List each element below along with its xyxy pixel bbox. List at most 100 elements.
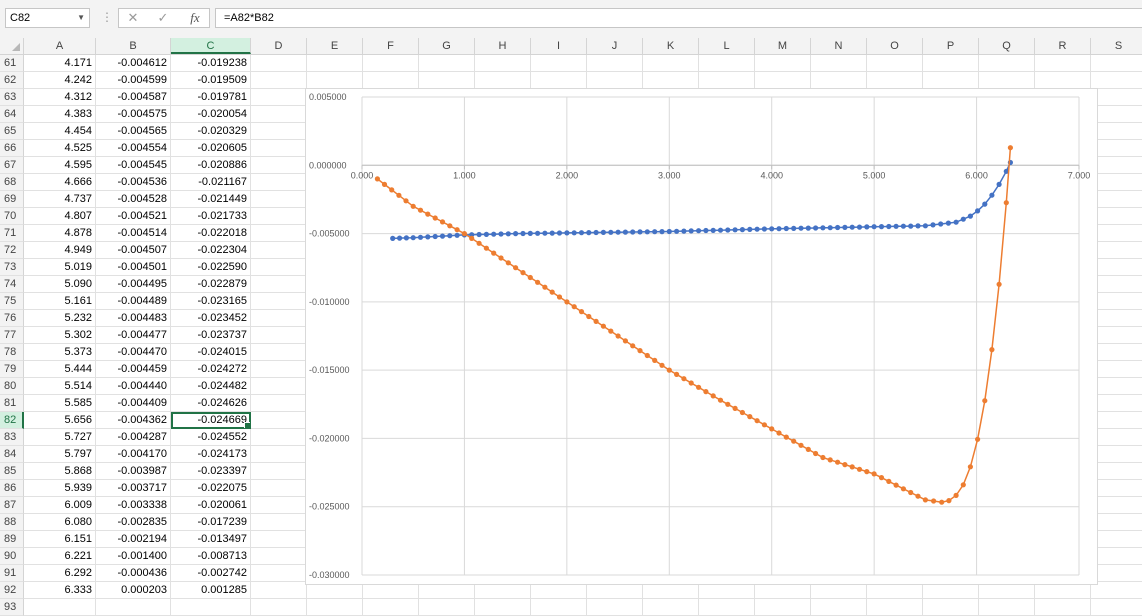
cell-o[interactable]: [867, 72, 923, 89]
cell-r[interactable]: [1035, 599, 1091, 616]
cell-n[interactable]: [811, 72, 867, 89]
cell-b[interactable]: -0.004489: [96, 293, 171, 310]
cell-n[interactable]: [811, 55, 867, 72]
cell-a[interactable]: 4.878: [24, 225, 96, 242]
cell-d[interactable]: [251, 582, 307, 599]
row-header[interactable]: 90: [0, 548, 24, 565]
cell-b[interactable]: -0.004362: [96, 412, 171, 429]
cell-d[interactable]: [251, 89, 307, 106]
cell-a[interactable]: 6.080: [24, 514, 96, 531]
cell-c[interactable]: -0.024173: [171, 446, 251, 463]
cell-c[interactable]: -0.023452: [171, 310, 251, 327]
cell-b[interactable]: -0.004440: [96, 378, 171, 395]
column-header-j[interactable]: J: [587, 38, 643, 54]
cell-b[interactable]: -0.003338: [96, 497, 171, 514]
cell-p[interactable]: [923, 72, 979, 89]
cell-g[interactable]: [419, 55, 475, 72]
cell-c[interactable]: -0.020061: [171, 497, 251, 514]
row-header[interactable]: 86: [0, 480, 24, 497]
cell-a[interactable]: 5.161: [24, 293, 96, 310]
cell-a[interactable]: 5.373: [24, 344, 96, 361]
row-header[interactable]: 80: [0, 378, 24, 395]
cell-a[interactable]: 5.302: [24, 327, 96, 344]
column-header-n[interactable]: N: [811, 38, 867, 54]
cell-c[interactable]: 0.001285: [171, 582, 251, 599]
cell-f[interactable]: [363, 55, 419, 72]
cell-c[interactable]: -0.020054: [171, 106, 251, 123]
row-header[interactable]: 85: [0, 463, 24, 480]
cell-o[interactable]: [867, 599, 923, 616]
cell-b[interactable]: -0.004501: [96, 259, 171, 276]
cell-e[interactable]: [307, 72, 363, 89]
cell-a[interactable]: 6.333: [24, 582, 96, 599]
cell-m[interactable]: [755, 55, 811, 72]
cell-d[interactable]: [251, 310, 307, 327]
cell-g[interactable]: [419, 599, 475, 616]
cell-a[interactable]: 5.939: [24, 480, 96, 497]
cell-b[interactable]: -0.004599: [96, 72, 171, 89]
cell-d[interactable]: [251, 463, 307, 480]
cell-d[interactable]: [251, 327, 307, 344]
row-header[interactable]: 75: [0, 293, 24, 310]
cell-b[interactable]: -0.001400: [96, 548, 171, 565]
cell-b[interactable]: -0.004470: [96, 344, 171, 361]
cell-a[interactable]: 4.383: [24, 106, 96, 123]
cell-c[interactable]: -0.019781: [171, 89, 251, 106]
column-header-e[interactable]: E: [307, 38, 363, 54]
cell-a[interactable]: 5.585: [24, 395, 96, 412]
cell-b[interactable]: -0.004521: [96, 208, 171, 225]
cell-b[interactable]: -0.004545: [96, 157, 171, 174]
row-header[interactable]: 78: [0, 344, 24, 361]
row-header[interactable]: 73: [0, 259, 24, 276]
cell-b[interactable]: -0.000436: [96, 565, 171, 582]
row-header[interactable]: 74: [0, 276, 24, 293]
cell-d[interactable]: [251, 157, 307, 174]
cell-f[interactable]: [363, 599, 419, 616]
cell-p[interactable]: [923, 599, 979, 616]
chevron-down-icon[interactable]: ▼: [77, 9, 85, 27]
cell-o[interactable]: [867, 55, 923, 72]
cell-d[interactable]: [251, 480, 307, 497]
row-header[interactable]: 88: [0, 514, 24, 531]
cell-d[interactable]: [251, 174, 307, 191]
cell-a[interactable]: 4.312: [24, 89, 96, 106]
cell-d[interactable]: [251, 344, 307, 361]
cell-b[interactable]: -0.004514: [96, 225, 171, 242]
cell-q[interactable]: [979, 599, 1035, 616]
cell-c[interactable]: -0.017239: [171, 514, 251, 531]
cell-r[interactable]: [1035, 72, 1091, 89]
cell-i[interactable]: [531, 599, 587, 616]
cell-d[interactable]: [251, 565, 307, 582]
row-header[interactable]: 63: [0, 89, 24, 106]
cell-a[interactable]: 4.171: [24, 55, 96, 72]
row-header[interactable]: 62: [0, 72, 24, 89]
cell-d[interactable]: [251, 378, 307, 395]
cell-d[interactable]: [251, 361, 307, 378]
cell-d[interactable]: [251, 242, 307, 259]
cell-c[interactable]: -0.023397: [171, 463, 251, 480]
row-header[interactable]: 69: [0, 191, 24, 208]
row-header[interactable]: 64: [0, 106, 24, 123]
cell-a[interactable]: 4.454: [24, 123, 96, 140]
cell-a[interactable]: 5.019: [24, 259, 96, 276]
cell-e[interactable]: [307, 599, 363, 616]
cell-f[interactable]: [363, 72, 419, 89]
cell-c[interactable]: -0.020329: [171, 123, 251, 140]
cell-b[interactable]: -0.004554: [96, 140, 171, 157]
cell-a[interactable]: 5.797: [24, 446, 96, 463]
cell-a[interactable]: 5.727: [24, 429, 96, 446]
cell-h[interactable]: [475, 599, 531, 616]
cell-i[interactable]: [531, 72, 587, 89]
cell-i[interactable]: [531, 55, 587, 72]
cell-c[interactable]: -0.022304: [171, 242, 251, 259]
row-header[interactable]: 93: [0, 599, 24, 616]
cell-b[interactable]: -0.004477: [96, 327, 171, 344]
cell-e[interactable]: [307, 55, 363, 72]
column-header-q[interactable]: Q: [979, 38, 1035, 54]
cell-q[interactable]: [979, 72, 1035, 89]
row-header[interactable]: 76: [0, 310, 24, 327]
row-header[interactable]: 92: [0, 582, 24, 599]
cell-b[interactable]: -0.004565: [96, 123, 171, 140]
cell-c[interactable]: [171, 599, 251, 616]
cell-d[interactable]: [251, 123, 307, 140]
